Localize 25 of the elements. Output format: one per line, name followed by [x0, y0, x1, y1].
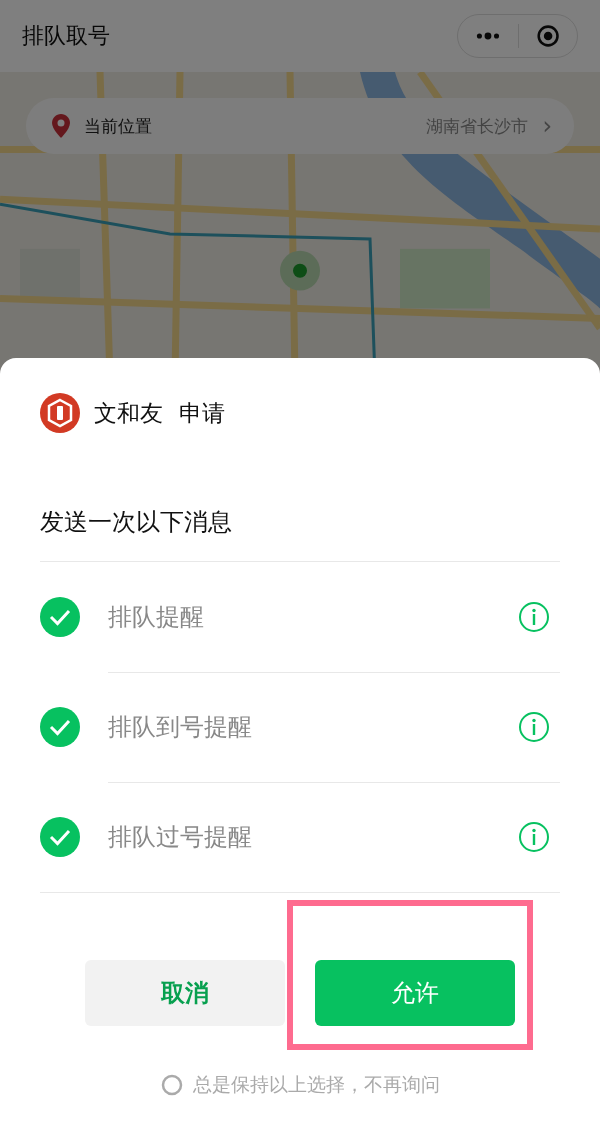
message-label: 排队提醒 — [108, 601, 204, 633]
cancel-button[interactable]: 取消 — [85, 960, 285, 1026]
page-title: 排队取号 — [22, 22, 110, 50]
more-icon[interactable] — [476, 32, 500, 40]
checked-icon[interactable] — [40, 597, 80, 637]
message-label: 排队过号提醒 — [108, 822, 252, 853]
location-value: 湖南省长沙市 — [426, 114, 529, 138]
remember-choice-label: 总是保持以上选择，不再询问 — [192, 1072, 440, 1097]
checked-icon[interactable] — [40, 707, 80, 747]
app-name: 文和友 — [94, 398, 163, 428]
radio-icon[interactable] — [160, 1074, 183, 1096]
info-icon[interactable] — [518, 710, 550, 743]
chevron-icon: › — [542, 114, 552, 138]
location-pin-icon — [52, 114, 70, 138]
checked-icon[interactable] — [40, 817, 80, 857]
location-label: 当前位置 — [84, 114, 152, 138]
info-icon[interactable] — [518, 600, 550, 633]
location-bar[interactable]: 当前位置 湖南省长沙市 › — [26, 98, 574, 154]
close-icon[interactable] — [536, 23, 559, 49]
allow-button[interactable]: 允许 — [315, 960, 515, 1026]
info-icon[interactable] — [518, 821, 550, 853]
message-label: 排队到号提醒 — [108, 711, 252, 743]
request-label: 申请 — [179, 398, 225, 428]
prompt-text: 发送一次以下消息 — [40, 503, 560, 562]
app-logo-icon — [40, 393, 80, 433]
